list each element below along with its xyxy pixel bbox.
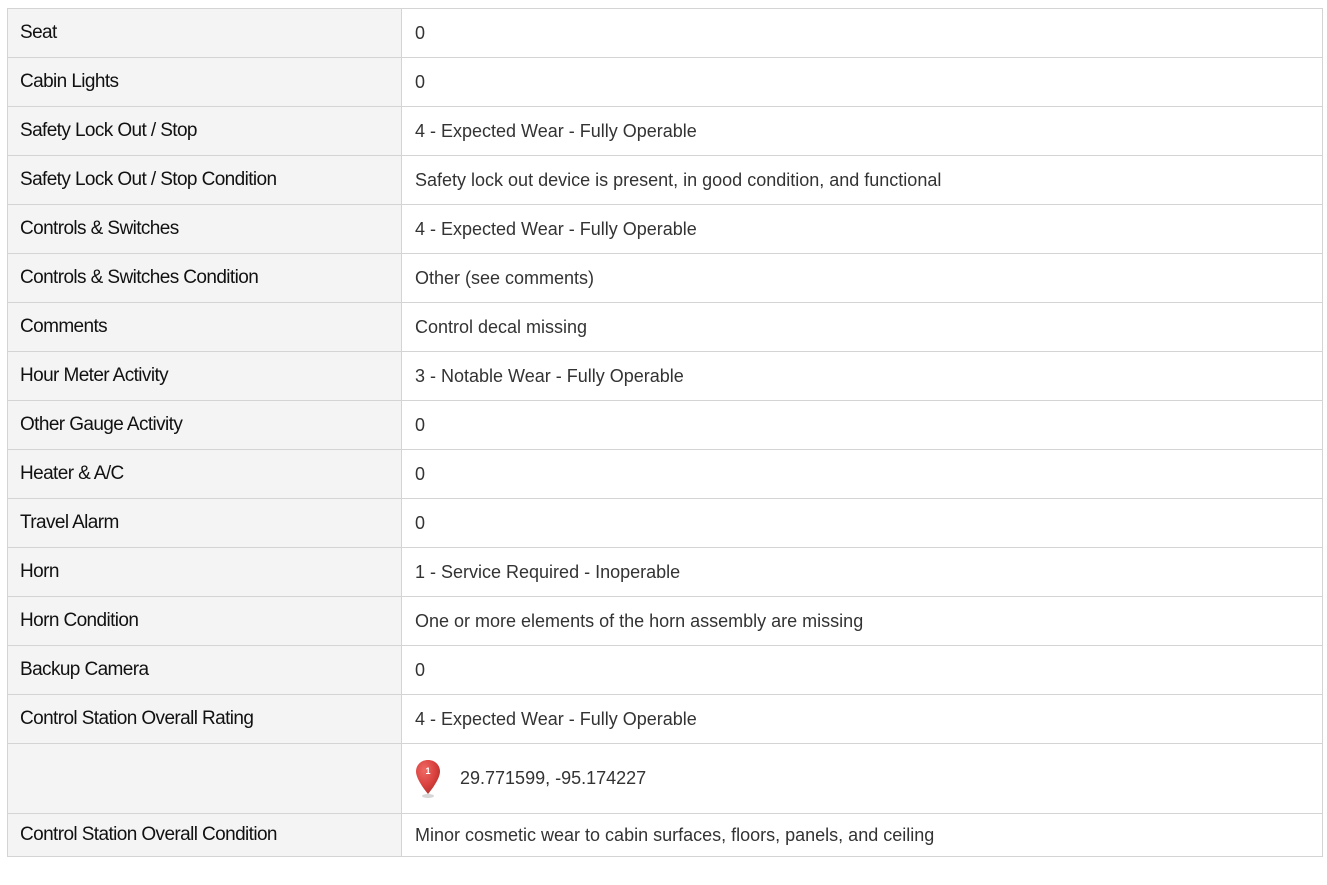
row-value: 4 - Expected Wear - Fully Operable bbox=[401, 694, 1323, 744]
location-label-empty bbox=[7, 743, 402, 814]
row-label: Heater & A/C bbox=[7, 449, 402, 499]
map-marker-icon[interactable]: 1 bbox=[415, 759, 441, 799]
row-label: Controls & Switches bbox=[7, 204, 402, 254]
row-label: Cabin Lights bbox=[7, 57, 402, 107]
row-value: One or more elements of the horn assembl… bbox=[401, 596, 1323, 646]
table-row: Other Gauge Activity 0 bbox=[7, 400, 1323, 450]
row-value: Minor cosmetic wear to cabin surfaces, f… bbox=[401, 813, 1323, 857]
row-value: 0 bbox=[401, 8, 1323, 58]
inspection-report-table: Seat 0 Cabin Lights 0 Safety Lock Out / … bbox=[7, 8, 1323, 857]
row-value: Safety lock out device is present, in go… bbox=[401, 155, 1323, 205]
row-value: Control decal missing bbox=[401, 302, 1323, 352]
svg-text:1: 1 bbox=[425, 766, 430, 776]
row-value: 4 - Expected Wear - Fully Operable bbox=[401, 106, 1323, 156]
row-value: 1 - Service Required - Inoperable bbox=[401, 547, 1323, 597]
table-row: Controls & Switches 4 - Expected Wear - … bbox=[7, 204, 1323, 254]
row-label: Backup Camera bbox=[7, 645, 402, 695]
row-value: 0 bbox=[401, 449, 1323, 499]
row-value: 0 bbox=[401, 498, 1323, 548]
row-label: Safety Lock Out / Stop bbox=[7, 106, 402, 156]
row-label: Controls & Switches Condition bbox=[7, 253, 402, 303]
row-value: 0 bbox=[401, 57, 1323, 107]
table-row: Safety Lock Out / Stop 4 - Expected Wear… bbox=[7, 106, 1323, 156]
row-label: Other Gauge Activity bbox=[7, 400, 402, 450]
row-label: Comments bbox=[7, 302, 402, 352]
table-row: Horn Condition One or more elements of t… bbox=[7, 596, 1323, 646]
table-row: Seat 0 bbox=[7, 8, 1323, 58]
inspection-table-container: Seat 0 Cabin Lights 0 Safety Lock Out / … bbox=[7, 8, 1323, 857]
table-row: Travel Alarm 0 bbox=[7, 498, 1323, 548]
table-row: Control Station Overall Rating 4 - Expec… bbox=[7, 694, 1323, 744]
table-row: Control Station Overall Condition Minor … bbox=[7, 813, 1323, 857]
table-row: Cabin Lights 0 bbox=[7, 57, 1323, 107]
table-row: Controls & Switches Condition Other (see… bbox=[7, 253, 1323, 303]
row-label: Control Station Overall Rating bbox=[7, 694, 402, 744]
row-label: Control Station Overall Condition bbox=[7, 813, 402, 857]
row-label: Horn Condition bbox=[7, 596, 402, 646]
row-value: 4 - Expected Wear - Fully Operable bbox=[401, 204, 1323, 254]
location-row: 1 29.771599, -95.174227 bbox=[7, 743, 1323, 814]
row-label: Seat bbox=[7, 8, 402, 58]
coordinates-text: 29.771599, -95.174227 bbox=[460, 768, 647, 788]
row-label: Hour Meter Activity bbox=[7, 351, 402, 401]
row-value: Other (see comments) bbox=[401, 253, 1323, 303]
row-value: 0 bbox=[401, 400, 1323, 450]
table-row: Safety Lock Out / Stop Condition Safety … bbox=[7, 155, 1323, 205]
table-row: Hour Meter Activity 3 - Notable Wear - F… bbox=[7, 351, 1323, 401]
location-group: 1 29.771599, -95.174227 bbox=[415, 759, 1322, 799]
location-value: 1 29.771599, -95.174227 bbox=[401, 743, 1323, 814]
row-value: 3 - Notable Wear - Fully Operable bbox=[401, 351, 1323, 401]
row-label: Safety Lock Out / Stop Condition bbox=[7, 155, 402, 205]
table-row: Backup Camera 0 bbox=[7, 645, 1323, 695]
table-row: Horn 1 - Service Required - Inoperable bbox=[7, 547, 1323, 597]
row-label: Horn bbox=[7, 547, 402, 597]
table-row: Comments Control decal missing bbox=[7, 302, 1323, 352]
row-label: Travel Alarm bbox=[7, 498, 402, 548]
table-row: Heater & A/C 0 bbox=[7, 449, 1323, 499]
row-value: 0 bbox=[401, 645, 1323, 695]
